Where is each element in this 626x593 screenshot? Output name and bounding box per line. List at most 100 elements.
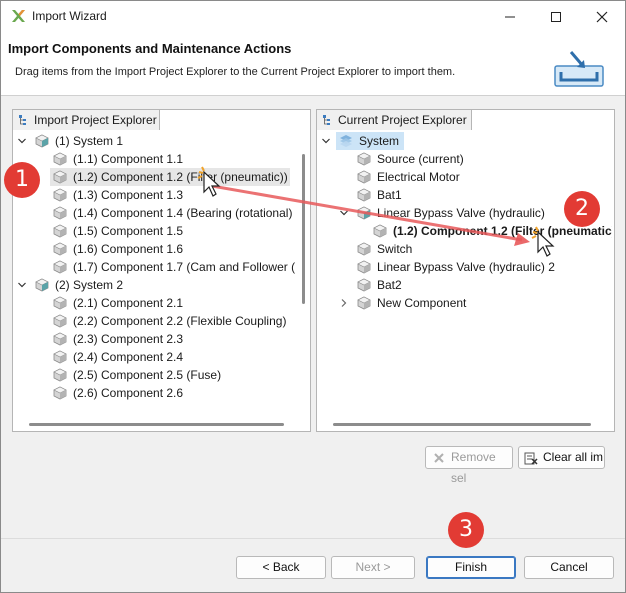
tree-item-label: Bat2 bbox=[377, 278, 402, 292]
tree-item-label: Linear Bypass Valve (hydraulic) 2 bbox=[377, 260, 555, 274]
callout-badge-2: 2 bbox=[564, 191, 600, 227]
maximize-button[interactable] bbox=[533, 1, 579, 32]
component-cube-icon bbox=[53, 332, 67, 346]
component-cube-icon bbox=[357, 260, 371, 274]
minimize-button[interactable] bbox=[487, 1, 533, 32]
expand-chevron-icon[interactable] bbox=[17, 279, 27, 289]
cancel-button[interactable]: Cancel bbox=[524, 556, 614, 579]
component-cube-icon bbox=[53, 296, 67, 310]
close-button[interactable] bbox=[579, 1, 625, 32]
remove-selected-label: Remove sel bbox=[451, 450, 496, 485]
tree-item[interactable]: Linear Bypass Valve (hydraulic) 2 bbox=[319, 258, 612, 276]
component-cube-icon bbox=[357, 188, 371, 202]
tree-item-label: (1.5) Component 1.5 bbox=[73, 224, 184, 238]
tree-item[interactable]: New Component bbox=[319, 294, 612, 312]
page-description: Drag items from the Import Project Explo… bbox=[15, 66, 456, 78]
tree-item-label: (2.5) Component 2.5 (Fuse) bbox=[73, 368, 222, 382]
scroll-thumb[interactable] bbox=[29, 423, 284, 426]
wizard-header: Import Components and Maintenance Action… bbox=[1, 32, 625, 96]
next-button[interactable]: Next > bbox=[331, 556, 415, 579]
component-cube-icon bbox=[53, 314, 67, 328]
expand-chevron-icon[interactable] bbox=[339, 207, 349, 217]
component-cube-icon bbox=[357, 170, 371, 184]
callout-badge-1: 1 bbox=[4, 162, 40, 198]
tree-item-label: New Component bbox=[377, 296, 467, 310]
tree-item-label: (2) System 2 bbox=[55, 278, 124, 292]
component-cube-icon bbox=[53, 368, 67, 382]
app-logo-icon bbox=[12, 10, 25, 22]
component-cube-icon bbox=[373, 224, 387, 238]
tree-item[interactable]: (2.3) Component 2.3 bbox=[15, 330, 298, 348]
back-button[interactable]: < Back bbox=[236, 556, 326, 579]
component-cube-icon bbox=[53, 206, 67, 220]
component-cube-icon bbox=[53, 224, 67, 238]
component-cube-icon bbox=[357, 152, 371, 166]
component-cube-icon bbox=[53, 242, 67, 256]
tree-item-label: (1.3) Component 1.3 bbox=[73, 188, 184, 202]
component-cube-icon bbox=[53, 386, 67, 400]
collapse-chevron-icon[interactable] bbox=[339, 297, 349, 307]
current-horizontal-scrollbar[interactable] bbox=[319, 419, 602, 429]
clear-all-button[interactable]: Clear all im bbox=[518, 446, 605, 469]
tree-item[interactable]: (1.6) Component 1.6 bbox=[15, 240, 298, 258]
tree-item-label: Bat1 bbox=[377, 188, 402, 202]
import-horizontal-scrollbar[interactable] bbox=[15, 419, 298, 429]
tree-item-label: (2.3) Component 2.3 bbox=[73, 332, 184, 346]
tree-item-label: Electrical Motor bbox=[377, 170, 460, 184]
tree-item[interactable]: (1.4) Component 1.4 (Bearing (rotational… bbox=[15, 204, 298, 222]
tree-item[interactable]: (1.5) Component 1.5 bbox=[15, 222, 298, 240]
component-cube-icon bbox=[357, 278, 371, 292]
tree-item[interactable]: (1.2) Component 1.2 (Filter (pneumatic)) bbox=[50, 168, 290, 186]
tree-item-label: (2.6) Component 2.6 bbox=[73, 386, 184, 400]
tree-item[interactable]: (2.6) Component 2.6 bbox=[15, 384, 298, 402]
tree-item-label: (1.2) Component 1.2 (Filter (pneumatic)) bbox=[73, 170, 288, 184]
tab-import-project-explorer[interactable]: Import Project Explorer bbox=[12, 109, 160, 130]
maximize-icon bbox=[551, 12, 561, 22]
import-tray-icon bbox=[554, 51, 604, 87]
tree-view-icon bbox=[323, 115, 330, 125]
expand-chevron-icon[interactable] bbox=[321, 135, 331, 145]
tree-item[interactable]: (1) System 1 bbox=[15, 132, 298, 150]
tree-item[interactable]: (1.7) Component 1.7 (Cam and Follower ( bbox=[15, 258, 298, 276]
tree-item-label: (2.4) Component 2.4 bbox=[73, 350, 184, 364]
remove-icon bbox=[434, 453, 444, 463]
tree-item-label: (1.7) Component 1.7 (Cam and Follower ( bbox=[73, 260, 296, 274]
import-project-explorer: Import Project Explorer (1) System 1 (1.1… bbox=[12, 109, 311, 432]
tree-view-icon bbox=[19, 115, 26, 125]
tree-item[interactable]: Source (current) bbox=[319, 150, 612, 168]
tree-item-label: (2.1) Component 2.1 bbox=[73, 296, 184, 310]
remove-selected-button[interactable]: Remove sel bbox=[425, 446, 513, 485]
tree-item[interactable]: (2) System 2 bbox=[15, 276, 298, 294]
tab-current-project-explorer[interactable]: Current Project Explorer bbox=[316, 109, 472, 130]
tree-item[interactable]: Bat2 bbox=[319, 276, 612, 294]
tree-item-label: Linear Bypass Valve (hydraulic) bbox=[377, 206, 545, 220]
import-wizard-window: Import Wizard Import Components and Main… bbox=[0, 0, 626, 593]
finish-button[interactable]: Finish bbox=[426, 556, 516, 579]
tree-item[interactable]: System bbox=[322, 132, 404, 150]
footer-divider bbox=[1, 538, 625, 539]
title-bar: Import Wizard bbox=[1, 1, 625, 32]
component-cube-icon bbox=[53, 260, 67, 274]
import-tree[interactable]: (1) System 1 (1.1) Component 1.1 (1.2) Com… bbox=[15, 132, 298, 415]
tree-item[interactable]: Switch bbox=[319, 240, 612, 258]
current-project-explorer: Current Project Explorer System Source (c… bbox=[316, 109, 615, 432]
clear-all-label: Clear all im bbox=[543, 450, 604, 464]
tree-item[interactable]: (2.4) Component 2.4 bbox=[15, 348, 298, 366]
tree-item-label: (2.2) Component 2.2 (Flexible Coupling) bbox=[73, 314, 287, 328]
scroll-thumb[interactable] bbox=[333, 423, 591, 426]
scroll-thumb[interactable] bbox=[302, 154, 305, 304]
current-tree[interactable]: System Source (current) Electrical Motor Ba… bbox=[319, 132, 612, 415]
tree-item[interactable]: (1.2) Component 1.2 (Filter (pneumatic) bbox=[319, 222, 612, 240]
window-title: Import Wizard bbox=[32, 9, 107, 23]
tree-item[interactable]: (1.3) Component 1.3 bbox=[15, 186, 298, 204]
tree-item[interactable]: (2.2) Component 2.2 (Flexible Coupling) bbox=[15, 312, 298, 330]
tab-label: Current Project Explorer bbox=[338, 113, 467, 127]
tree-item-label: Switch bbox=[377, 242, 413, 256]
expand-chevron-icon[interactable] bbox=[17, 135, 27, 145]
tree-item[interactable]: Electrical Motor bbox=[319, 168, 612, 186]
tab-label: Import Project Explorer bbox=[34, 113, 157, 127]
import-vertical-scrollbar[interactable] bbox=[300, 132, 308, 415]
tree-item[interactable]: (1.1) Component 1.1 bbox=[15, 150, 298, 168]
tree-item[interactable]: (2.5) Component 2.5 (Fuse) bbox=[15, 366, 298, 384]
tree-item[interactable]: (2.1) Component 2.1 bbox=[15, 294, 298, 312]
